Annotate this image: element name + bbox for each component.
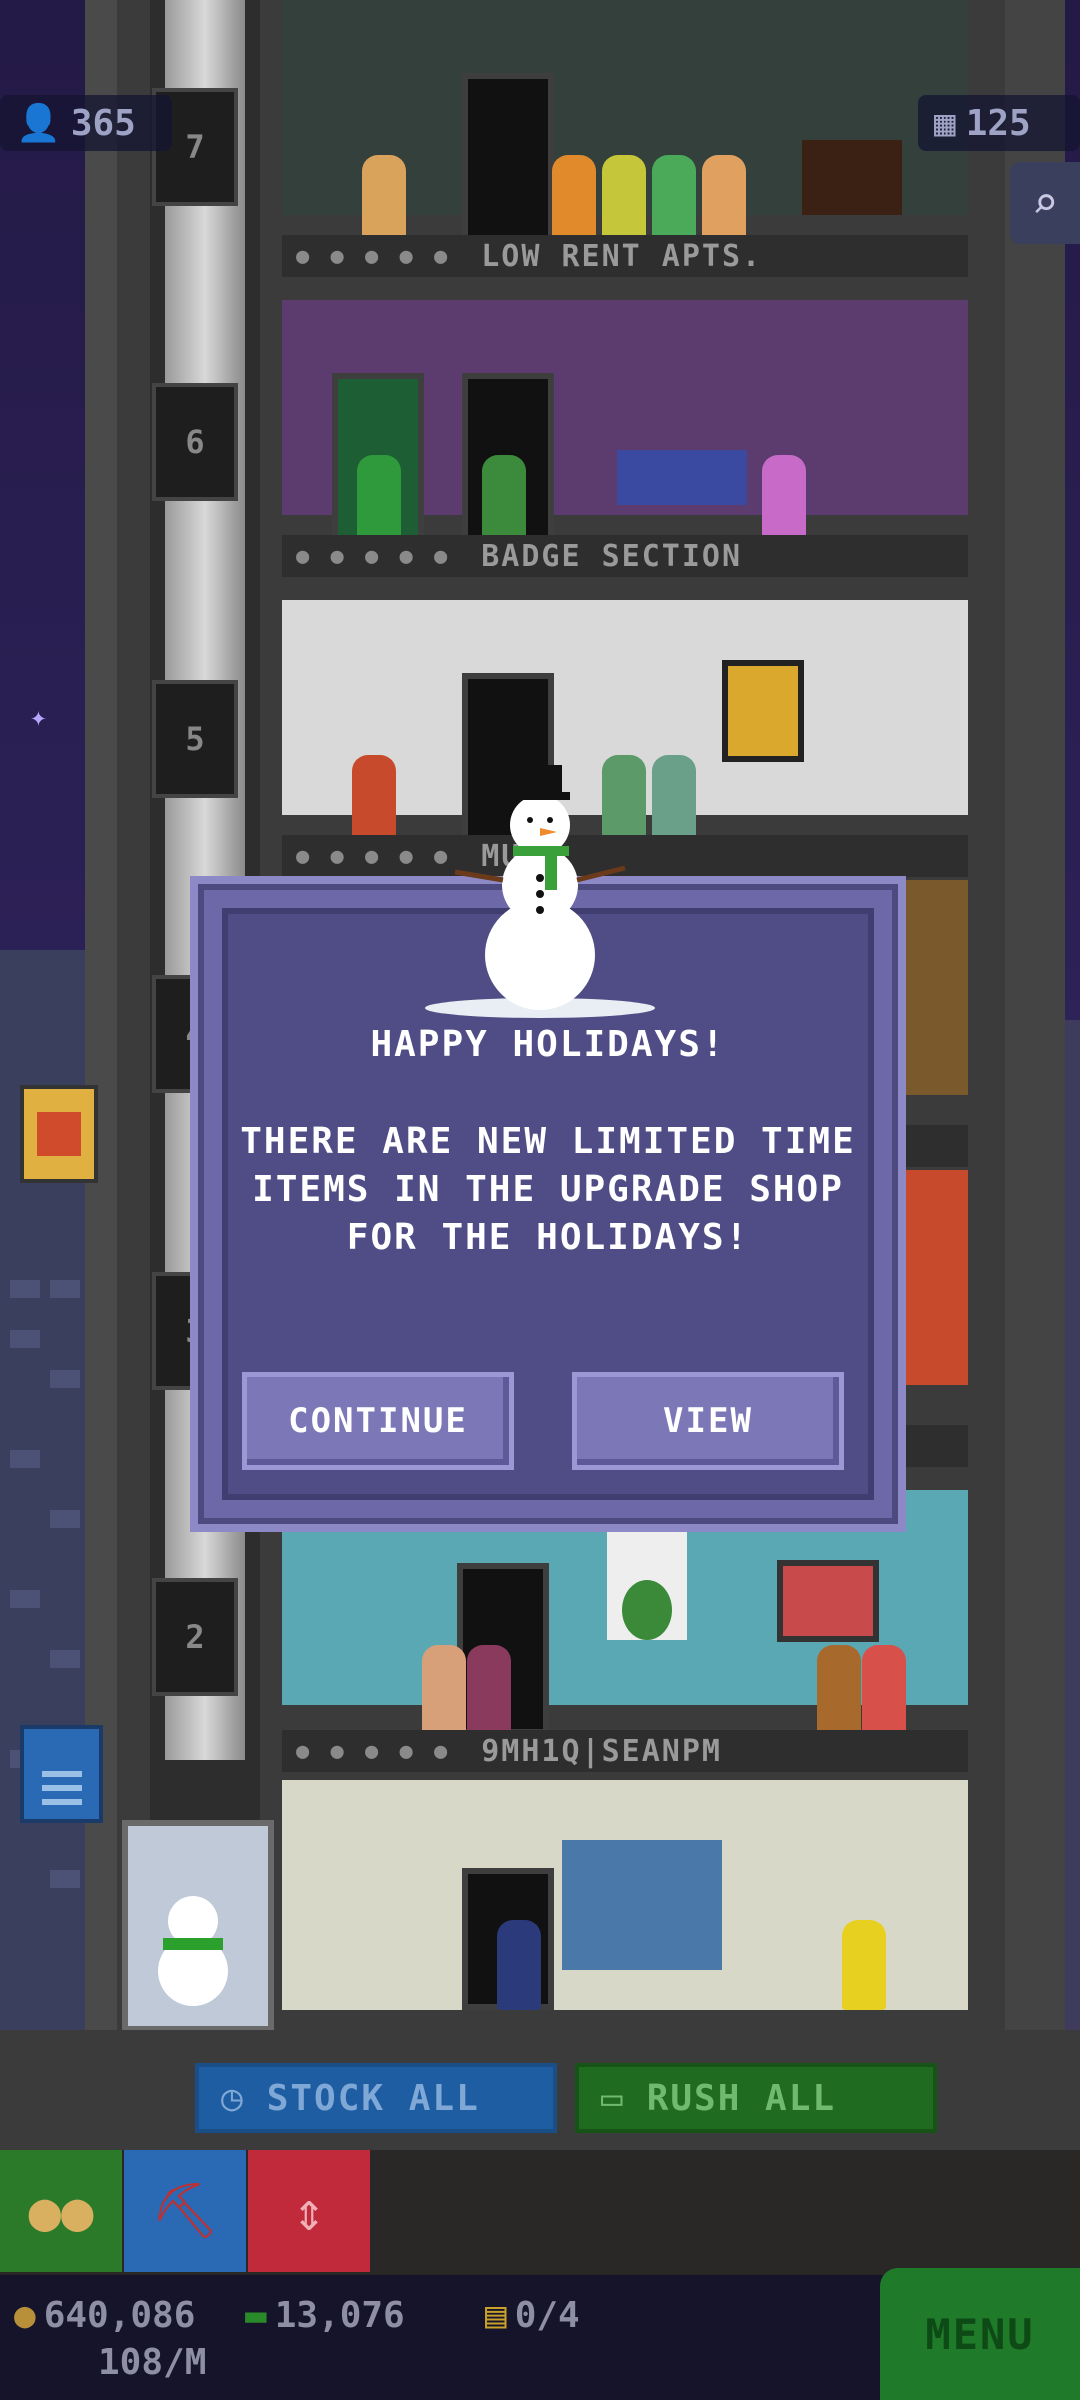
- snowman-icon: [425, 765, 655, 1018]
- floor-number: 6: [152, 383, 238, 501]
- elevator-button[interactable]: ⇕: [248, 2150, 370, 2272]
- population-counter[interactable]: 👤 365: [0, 95, 172, 151]
- coins-stat: ● 640,086: [14, 2295, 196, 2336]
- pickaxe-icon: ⛏: [150, 2179, 220, 2242]
- star-icon: ✦: [30, 700, 47, 733]
- notes-icon[interactable]: [20, 1725, 103, 1823]
- view-button[interactable]: VIEW: [572, 1372, 844, 1470]
- continue-button[interactable]: CONTINUE: [242, 1372, 514, 1470]
- stock-all-button[interactable]: ◷ STOCK ALL: [195, 2063, 557, 2133]
- coins-button[interactable]: ●●: [0, 2150, 122, 2272]
- coin-icon: ●: [14, 2295, 36, 2336]
- floors-counter[interactable]: ▦ 125: [918, 95, 1080, 151]
- ticket-icon: ▤: [485, 2295, 507, 2336]
- floor-6[interactable]: [282, 300, 968, 545]
- tickets-stat: ▤ 0/4: [485, 2295, 580, 2336]
- floor-number: 5: [152, 680, 238, 798]
- rush-all-button[interactable]: ▭ RUSH ALL: [575, 2063, 937, 2133]
- search-icon: ⌕: [1031, 177, 1059, 229]
- clock-icon: ◷: [221, 2077, 245, 2119]
- search-button[interactable]: ⌕: [1010, 162, 1080, 244]
- bux-stat: ▬ 13,076: [245, 2295, 405, 2336]
- floor-number: 2: [152, 1578, 238, 1696]
- fries-icon[interactable]: [20, 1085, 98, 1183]
- dialog-title: HAPPY HOLIDAYS!: [370, 1024, 726, 1065]
- bux-icon: ▬: [245, 2295, 267, 2336]
- floor-7[interactable]: [282, 0, 968, 245]
- coins-icon: ●●: [28, 2179, 94, 2243]
- menu-button[interactable]: MENU: [880, 2268, 1080, 2400]
- floor-label: ● ● ● ● ● 9MH1Q|SEANPM: [282, 1730, 968, 1772]
- lobby[interactable]: [282, 1780, 968, 2010]
- tower-right-wall: [1005, 0, 1065, 2030]
- cash-icon: ▭: [601, 2077, 625, 2119]
- floor-label: ● ● ● ● ● LOW RENT APTS.: [282, 235, 968, 277]
- income-rate: 108/M: [98, 2342, 207, 2383]
- floor-label: ● ● ● ● ● BADGE SECTION: [282, 535, 968, 577]
- floors-icon: ▦: [934, 102, 956, 144]
- elevator-icon: ⇕: [292, 2179, 326, 2243]
- build-button[interactable]: ⛏: [124, 2150, 246, 2272]
- elevator-car[interactable]: [122, 1820, 274, 2032]
- population-icon: 👤: [16, 103, 61, 144]
- dialog-message: THERE ARE NEW LIMITED TIME ITEMS IN THE …: [240, 1121, 856, 1258]
